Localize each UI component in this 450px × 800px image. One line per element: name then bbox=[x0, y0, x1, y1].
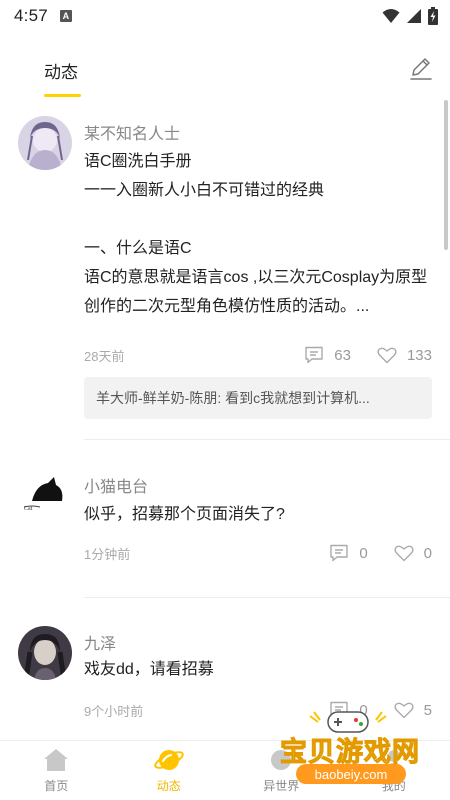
tab-active-indicator bbox=[44, 94, 81, 97]
nav-item-feed[interactable]: 动态 bbox=[113, 741, 226, 800]
avatar[interactable]: Cat bbox=[18, 467, 72, 521]
nav-label: 首页 bbox=[44, 779, 69, 793]
post-body[interactable]: 语C圈洗白手册 一一入圈新人小白不可错过的经典 一、什么是语C 语C的意思就是语… bbox=[84, 147, 434, 321]
avatar[interactable] bbox=[18, 116, 72, 170]
watermark-logo: 宝贝游戏网 baobeiy.com bbox=[270, 708, 430, 792]
heart-icon bbox=[377, 347, 397, 364]
comment-count: 63 bbox=[334, 346, 351, 364]
comment-icon bbox=[305, 346, 323, 364]
post-body[interactable]: 似乎，招募那个页面消失了? bbox=[84, 500, 434, 529]
top-header: 动态 bbox=[0, 32, 450, 98]
like-count: 0 bbox=[423, 544, 432, 562]
like-count: 133 bbox=[406, 346, 432, 364]
post-card[interactable]: Cat 小猫电台 似乎，招募那个页面消失了? 1分钟前 0 0 bbox=[0, 440, 450, 598]
home-icon bbox=[44, 749, 69, 771]
battery-icon bbox=[428, 7, 438, 25]
comment-icon bbox=[330, 544, 349, 562]
edit-icon[interactable] bbox=[408, 56, 434, 82]
heart-icon bbox=[394, 545, 414, 562]
svg-text:Cat: Cat bbox=[24, 506, 33, 512]
post-time: 1分钟前 bbox=[84, 546, 131, 562]
status-indicators bbox=[382, 7, 438, 25]
status-time: 4:57 bbox=[14, 6, 48, 25]
comment-preview[interactable]: 羊大师-鲜羊奶-陈朋: 看到c我就想到计算机... bbox=[84, 377, 432, 419]
feed-list[interactable]: 某不知名人士 语C圈洗白手册 一一入圈新人小白不可错过的经典 一、什么是语C 语… bbox=[0, 98, 450, 740]
post-author[interactable]: 某不知名人士 bbox=[84, 120, 180, 144]
post-author[interactable]: 小猫电台 bbox=[84, 473, 148, 497]
post-time: 9个小时前 bbox=[84, 703, 144, 719]
nav-item-home[interactable]: 首页 bbox=[0, 741, 113, 800]
nav-label: 动态 bbox=[156, 779, 181, 793]
planet-icon bbox=[153, 750, 184, 770]
status-bar: 4:57 A bbox=[0, 0, 450, 32]
post-time: 28天前 bbox=[84, 348, 125, 364]
avatar[interactable] bbox=[18, 626, 72, 680]
post-body[interactable]: 戏友dd，请看招募 bbox=[84, 655, 434, 684]
post-meta: 28天前 63 133 bbox=[84, 343, 432, 367]
tab-feed[interactable]: 动态 bbox=[44, 58, 78, 83]
comment-count: 0 bbox=[359, 544, 368, 562]
signal-icon bbox=[407, 9, 421, 23]
wifi-icon bbox=[382, 9, 400, 23]
notification-icon: A bbox=[59, 10, 72, 22]
like-button[interactable]: 133 bbox=[377, 346, 432, 364]
like-button[interactable]: 0 bbox=[394, 544, 432, 562]
post-author[interactable]: 九泽 bbox=[84, 630, 116, 654]
comment-button[interactable]: 0 bbox=[329, 544, 368, 562]
post-meta: 1分钟前 0 0 bbox=[84, 541, 432, 565]
watermark-url: baobeiy.com bbox=[296, 764, 406, 784]
comment-button[interactable]: 63 bbox=[304, 346, 351, 364]
post-card[interactable]: 某不知名人士 语C圈洗白手册 一一入圈新人小白不可错过的经典 一、什么是语C 语… bbox=[0, 98, 450, 440]
